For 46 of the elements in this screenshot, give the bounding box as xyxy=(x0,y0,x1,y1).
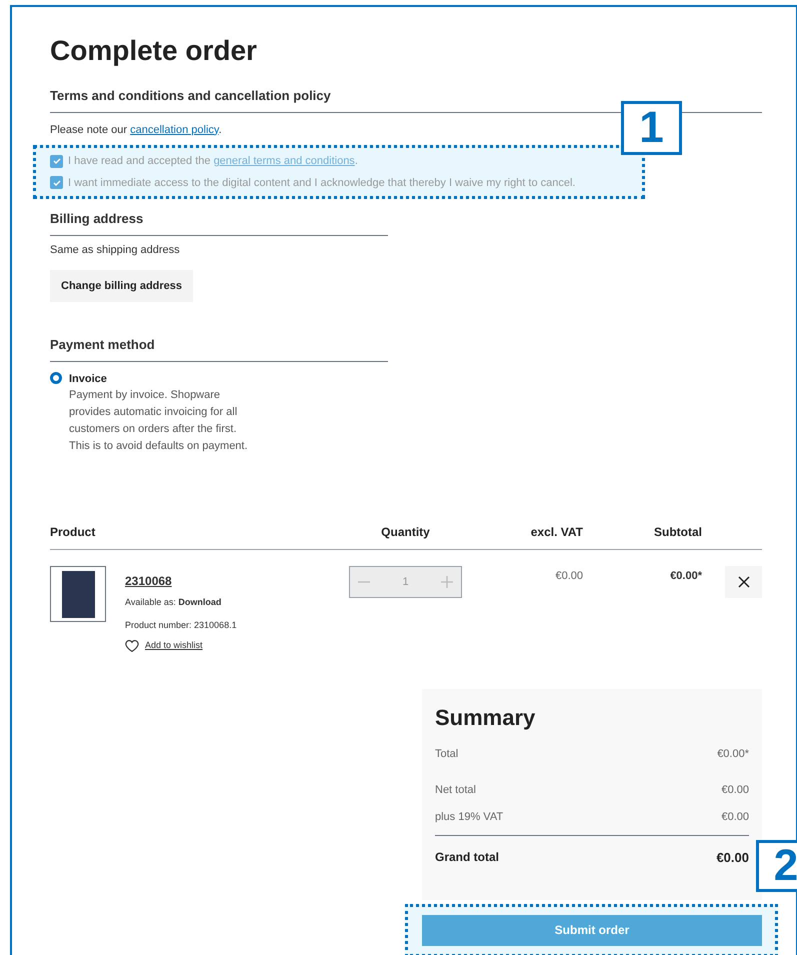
heart-icon xyxy=(125,640,139,652)
payment-description: Payment by invoice. Shopware provides automatic invoicing for all customers on orders after the first. This is to avoid defaults on payment. xyxy=(69,388,249,454)
column-header: Product xyxy=(50,524,96,541)
quantity-value: 1 xyxy=(402,574,409,590)
summary-value: €0.00 xyxy=(716,849,749,867)
summary-title: Summary xyxy=(435,704,536,732)
subtotal-price: €0.00* xyxy=(669,569,702,584)
summary-value: €0.00* xyxy=(717,746,749,762)
column-header: Subtotal xyxy=(653,524,702,541)
radio-button[interactable] xyxy=(50,372,62,384)
summary-label: plus 19% VAT xyxy=(435,810,504,824)
summary-value: €0.00 xyxy=(721,783,749,798)
cancellation-link[interactable]: cancellation policy xyxy=(130,124,219,136)
checkbox[interactable] xyxy=(50,154,63,168)
note-text: Please note our cancellation policy. xyxy=(50,122,222,138)
summary-label: Grand total xyxy=(435,849,500,866)
remove-button[interactable] xyxy=(725,566,762,598)
checkmark-icon xyxy=(52,157,60,166)
page-title: Complete order xyxy=(50,34,258,68)
callout-number: 1 xyxy=(621,101,682,155)
section-heading: Payment method xyxy=(50,335,388,362)
column-header: excl. VAT xyxy=(530,524,583,541)
checkmark-icon xyxy=(52,178,60,187)
minus-icon[interactable] xyxy=(358,581,370,583)
checkbox[interactable] xyxy=(50,176,63,190)
summary-label: Net total xyxy=(435,783,476,798)
callout-number: 2 xyxy=(756,840,797,892)
availability-text: Available as: Download xyxy=(125,596,222,609)
section-heading: Billing address xyxy=(50,209,388,236)
summary-label: Total xyxy=(435,746,458,762)
column-header: Quantity xyxy=(380,524,431,541)
close-icon xyxy=(738,576,750,588)
payment-option-label: Invoice xyxy=(69,372,108,386)
change-billing-button[interactable]: Change billing address xyxy=(50,270,194,302)
product-name-link[interactable]: 2310068 xyxy=(125,572,172,590)
plus-icon[interactable] xyxy=(441,576,453,588)
summary-value: €0.00 xyxy=(721,810,749,824)
checkbox-label: I have read and accepted the general terms and conditions. xyxy=(68,154,358,169)
excl-vat-price: €0.00 xyxy=(554,569,583,584)
billing-text: Same as shipping address xyxy=(50,242,181,258)
photo-placeholder xyxy=(62,570,94,618)
add-to-wishlist-link[interactable]: Add to wishlist xyxy=(125,639,203,652)
product-thumbnail[interactable] xyxy=(50,566,106,622)
submit-order-button[interactable]: Submit order xyxy=(422,914,762,946)
product-number: Product number: 2310068.1 xyxy=(125,618,238,632)
checkbox-label: I want immediate access to the digital content and I acknowledge that thereby I waive my right to cancel. xyxy=(68,176,576,190)
